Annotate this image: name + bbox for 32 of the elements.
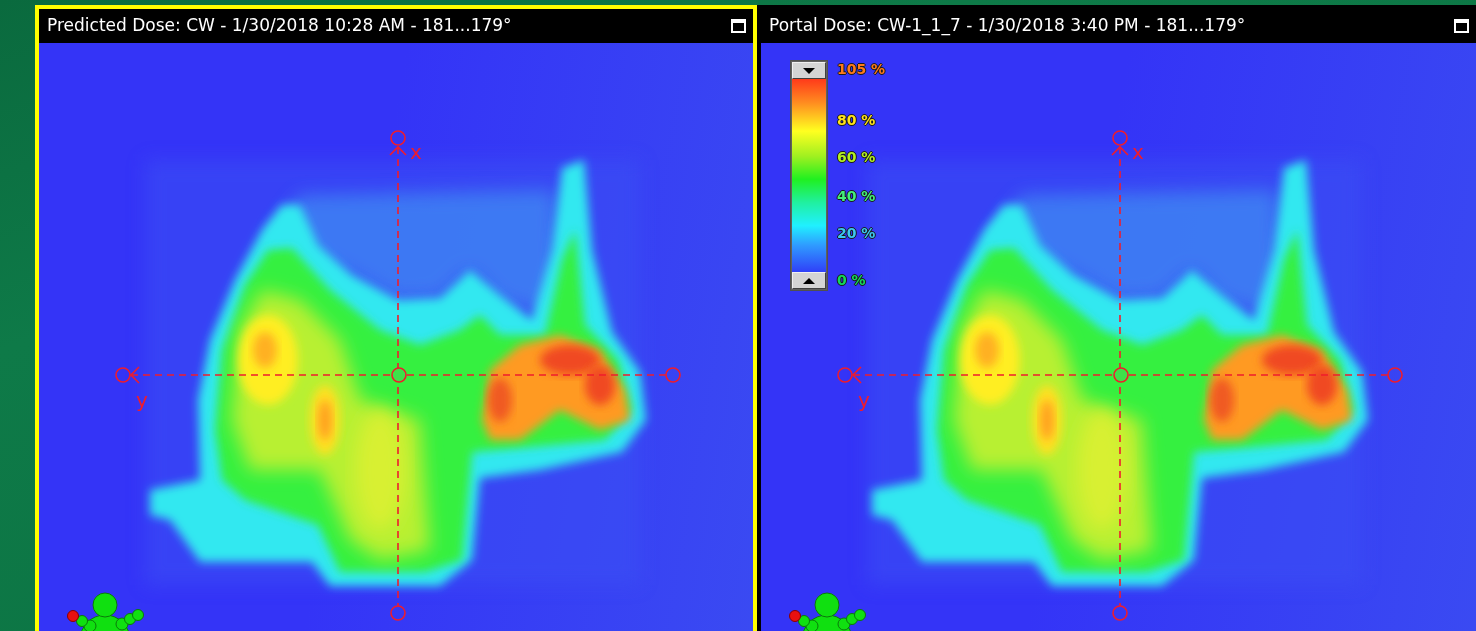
dose-view-panel[interactable]: Predicted Dose: CW - 1/30/2018 10:28 AM - 181...179° x y bbox=[35, 5, 757, 631]
person-figure-icon bbox=[789, 589, 867, 631]
crosshair-handle-icon[interactable] bbox=[390, 605, 406, 621]
crosshair-handle-icon[interactable] bbox=[665, 367, 681, 383]
axis-label: x bbox=[410, 140, 422, 164]
scale-label: 80 % bbox=[837, 112, 876, 128]
crosshair-handle-icon[interactable] bbox=[1112, 605, 1128, 621]
panel-title: Predicted Dose: CW - 1/30/2018 10:28 AM - 181...179° bbox=[47, 14, 512, 38]
crosshair-handle-icon[interactable] bbox=[837, 367, 853, 383]
axis-label: x bbox=[1132, 140, 1144, 164]
crosshair-handle-icon[interactable] bbox=[1112, 130, 1128, 146]
scale-label: 0 % bbox=[837, 272, 866, 288]
scroll-up-button[interactable] bbox=[792, 272, 826, 289]
scale-label: 105 % bbox=[837, 61, 886, 77]
crosshair-handle-icon[interactable] bbox=[1387, 367, 1403, 383]
axis-label: y bbox=[136, 388, 148, 412]
crosshair-center-icon[interactable] bbox=[1113, 367, 1129, 383]
crosshair-center-icon[interactable] bbox=[391, 367, 407, 383]
crosshair-handle-icon[interactable] bbox=[115, 367, 131, 383]
caret-up-icon bbox=[803, 277, 815, 284]
maximize-icon[interactable] bbox=[731, 19, 746, 33]
crosshair-handle-icon[interactable] bbox=[390, 130, 406, 146]
scale-label: 40 % bbox=[837, 188, 876, 204]
axis-label: y bbox=[858, 388, 870, 412]
maximize-icon[interactable] bbox=[1454, 19, 1469, 33]
panel-title: Portal Dose: CW-1_1_7 - 1/30/2018 3:40 PM - 181...179° bbox=[769, 14, 1246, 38]
scale-label: 20 % bbox=[837, 225, 876, 241]
scale-label: 60 % bbox=[837, 149, 876, 165]
person-figure-icon bbox=[67, 589, 145, 631]
dose-view-panel[interactable]: Portal Dose: CW-1_1_7 - 1/30/2018 3:40 PM - 181...179° x y 105 % 80 % 60 % 40 % 20 % 0 % bbox=[757, 5, 1476, 631]
scroll-down-button[interactable] bbox=[792, 62, 826, 79]
caret-down-icon bbox=[803, 67, 815, 74]
